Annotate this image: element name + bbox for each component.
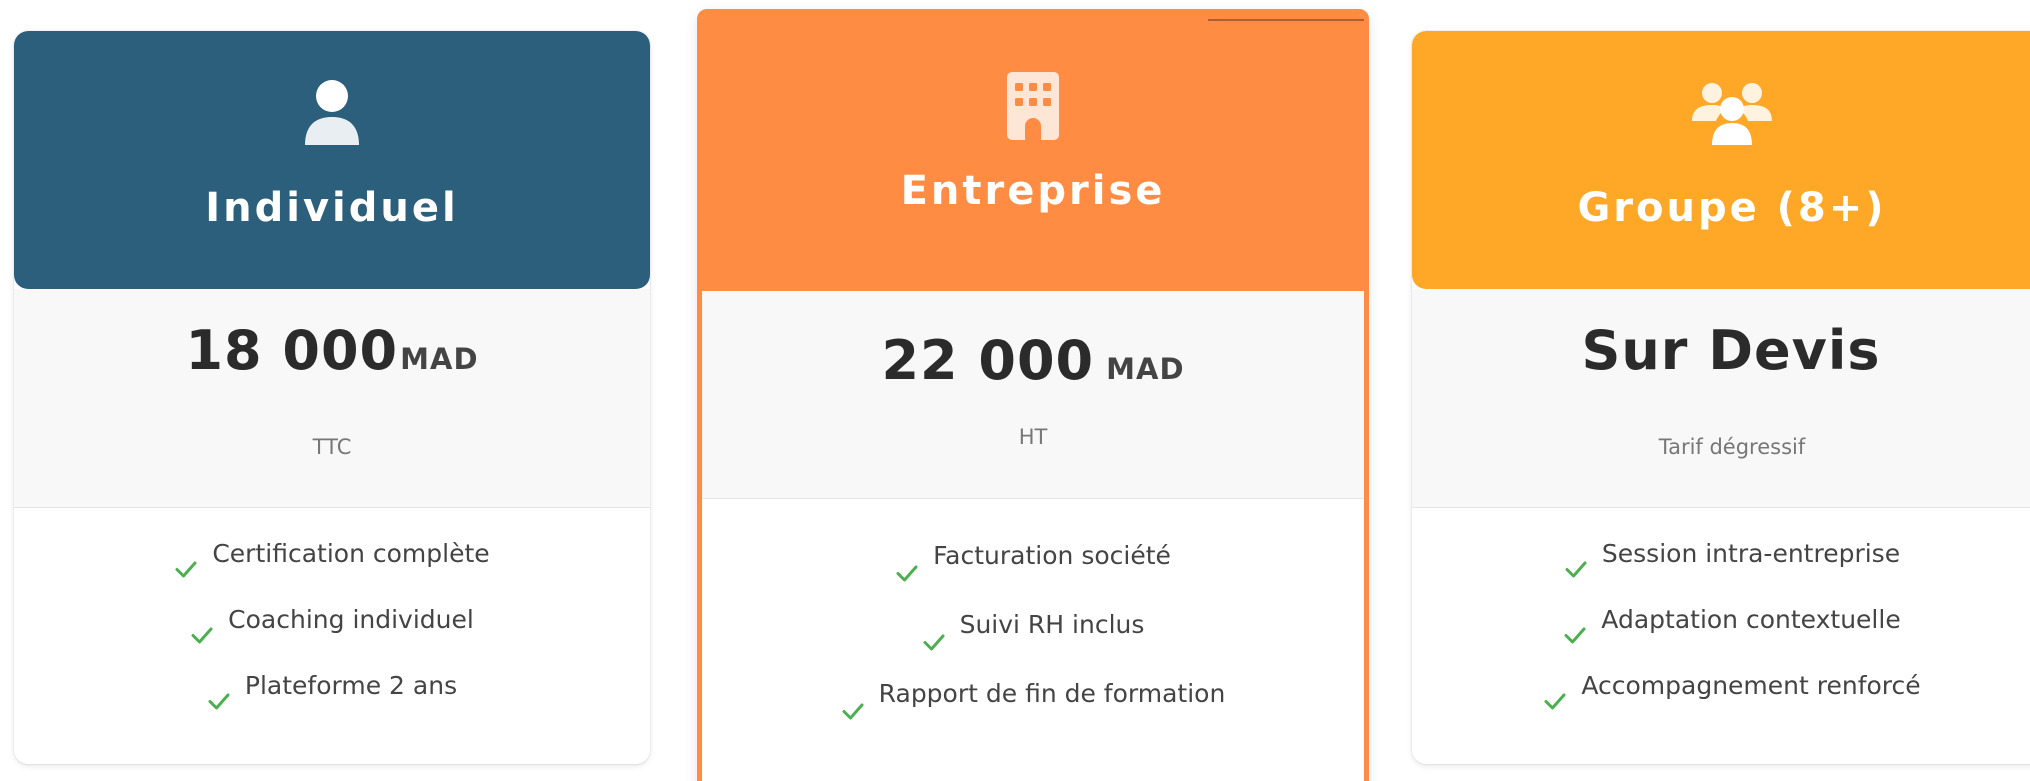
check-icon [841,680,865,720]
check-icon [1563,606,1587,644]
price-currency: MAD [400,342,479,376]
feature-list: Facturation société Suivi RH inclus Rapp… [702,521,1364,728]
feature-item: Plateforme 2 ans [14,653,650,719]
price-value: Sur Devis [1581,319,1881,382]
plan-title: Groupe (8+) [1577,185,1887,231]
plan-title: Entreprise [900,168,1166,214]
users-group-icon [1690,79,1774,151]
check-icon [922,611,946,651]
feature-label: Accompagnement renforcé [1581,671,1921,700]
feature-item: Coaching individuel [14,587,650,653]
price-amount: 22 000 MAD [702,329,1364,392]
price-note: TTC [312,435,352,459]
user-icon [302,79,362,153]
check-icon [1543,672,1567,710]
check-icon [207,672,231,710]
feature-list: Certification complète Coaching individu… [14,521,650,719]
price-amount: 18 000MAD [14,319,650,382]
feature-label: Plateforme 2 ans [244,671,458,700]
price-block: 22 000 MAD HT [702,291,1364,499]
price-block: 18 000MAD TTC [14,289,650,508]
feature-label: Adaptation contextuelle [1601,605,1901,634]
card-header: Individuel [14,31,650,289]
feature-item: Certification complète [14,521,650,587]
feature-label: Suivi RH inclus [959,610,1145,639]
feature-list: Session intra-entreprise Adaptation cont… [1412,521,2030,719]
building-icon [1005,70,1061,146]
feature-label: Session intra-entreprise [1601,539,1901,568]
card-header: Groupe (8+) [1412,31,2030,289]
feature-label: Coaching individuel [228,605,474,634]
feature-item: Facturation société [702,521,1364,590]
price-amount: Sur Devis [1412,319,2030,382]
price-note: Tarif dégressif [1658,435,1806,459]
card-header: Entreprise [702,14,1364,291]
price-block: Sur Devis Tarif dégressif [1412,289,2030,508]
feature-label: Facturation société [933,541,1171,570]
feature-item: Adaptation contextuelle [1412,587,2030,653]
price-note: HT [1018,425,1048,449]
check-icon [190,606,214,644]
check-icon [1564,540,1588,578]
feature-item: Accompagnement renforcé [1412,653,2030,719]
feature-item: Suivi RH inclus [702,590,1364,659]
check-icon [895,542,919,582]
feature-item: Rapport de fin de formation [702,659,1364,728]
feature-label: Rapport de fin de formation [878,679,1226,708]
check-icon [174,540,198,578]
price-value: 22 000 [881,329,1095,392]
pricing-card-individuel[interactable]: Individuel 18 000MAD TTC Certification c… [14,31,650,764]
pricing-card-groupe[interactable]: Groupe (8+) Sur Devis Tarif dégressif Se… [1412,31,2030,764]
price-value: 18 000 [185,319,399,382]
pricing-card-entreprise[interactable]: Entreprise 22 000 MAD HT Facturation soci… [697,9,1369,781]
pricing-section: Individuel 18 000MAD TTC Certification c… [0,0,2030,781]
feature-item: Session intra-entreprise [1412,521,2030,587]
feature-label: Certification complète [212,539,490,568]
plan-title: Individuel [205,185,459,231]
price-currency: MAD [1106,352,1185,386]
top-accent-line [1208,19,1364,21]
